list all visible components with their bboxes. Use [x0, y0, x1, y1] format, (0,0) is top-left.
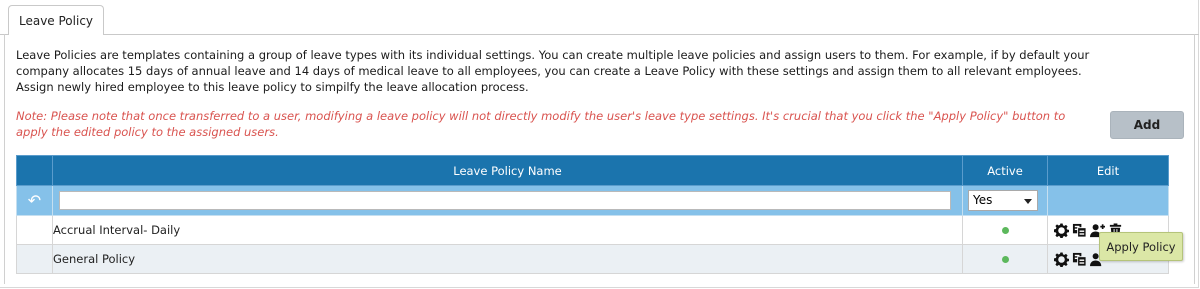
table-header-row: Leave Policy Name Active Edit — [16, 155, 1169, 186]
gear-icon[interactable] — [1054, 251, 1069, 267]
name-filter-cell — [52, 185, 963, 216]
table-row: General Policy — [16, 244, 1169, 274]
policy-name: Accrual Interval- Daily — [52, 215, 963, 245]
header-blank — [16, 155, 53, 186]
header-active[interactable]: Active — [962, 155, 1048, 186]
active-cell — [962, 215, 1048, 245]
edit-filter-cell — [1047, 185, 1169, 216]
policy-name: General Policy — [52, 244, 963, 274]
active-cell — [962, 244, 1048, 274]
leave-policy-table: Leave Policy Name Active Edit ↶ Yes Accr… — [16, 155, 1169, 274]
header-edit: Edit — [1047, 155, 1169, 186]
filter-row: ↶ Yes — [16, 185, 1169, 216]
copy-icon[interactable] — [1072, 252, 1087, 267]
description-text: Leave Policies are templates containing … — [16, 48, 1090, 94]
active-filter-select[interactable]: Yes — [968, 190, 1038, 211]
chevron-down-icon — [1024, 199, 1032, 204]
row-select-cell — [16, 215, 53, 245]
gear-icon[interactable] — [1054, 222, 1069, 238]
apply-policy-tooltip: Apply Policy — [1099, 232, 1183, 261]
row-select-cell — [16, 244, 53, 274]
tab-leave-policy[interactable]: Leave Policy — [8, 5, 104, 35]
reset-filter-icon[interactable]: ↶ — [16, 185, 53, 216]
copy-icon[interactable] — [1072, 223, 1087, 238]
name-filter-input[interactable] — [59, 191, 951, 210]
active-filter-cell: Yes — [962, 185, 1048, 216]
add-button[interactable]: Add — [1110, 111, 1184, 139]
note-text: Note: Please note that once transferred … — [16, 109, 1066, 139]
active-filter-value: Yes — [973, 193, 993, 207]
active-status-dot — [1001, 226, 1009, 234]
active-status-dot — [1001, 255, 1009, 263]
header-leave-policy-name[interactable]: Leave Policy Name — [52, 155, 963, 186]
table-row: Accrual Interval- Daily — [16, 215, 1169, 245]
